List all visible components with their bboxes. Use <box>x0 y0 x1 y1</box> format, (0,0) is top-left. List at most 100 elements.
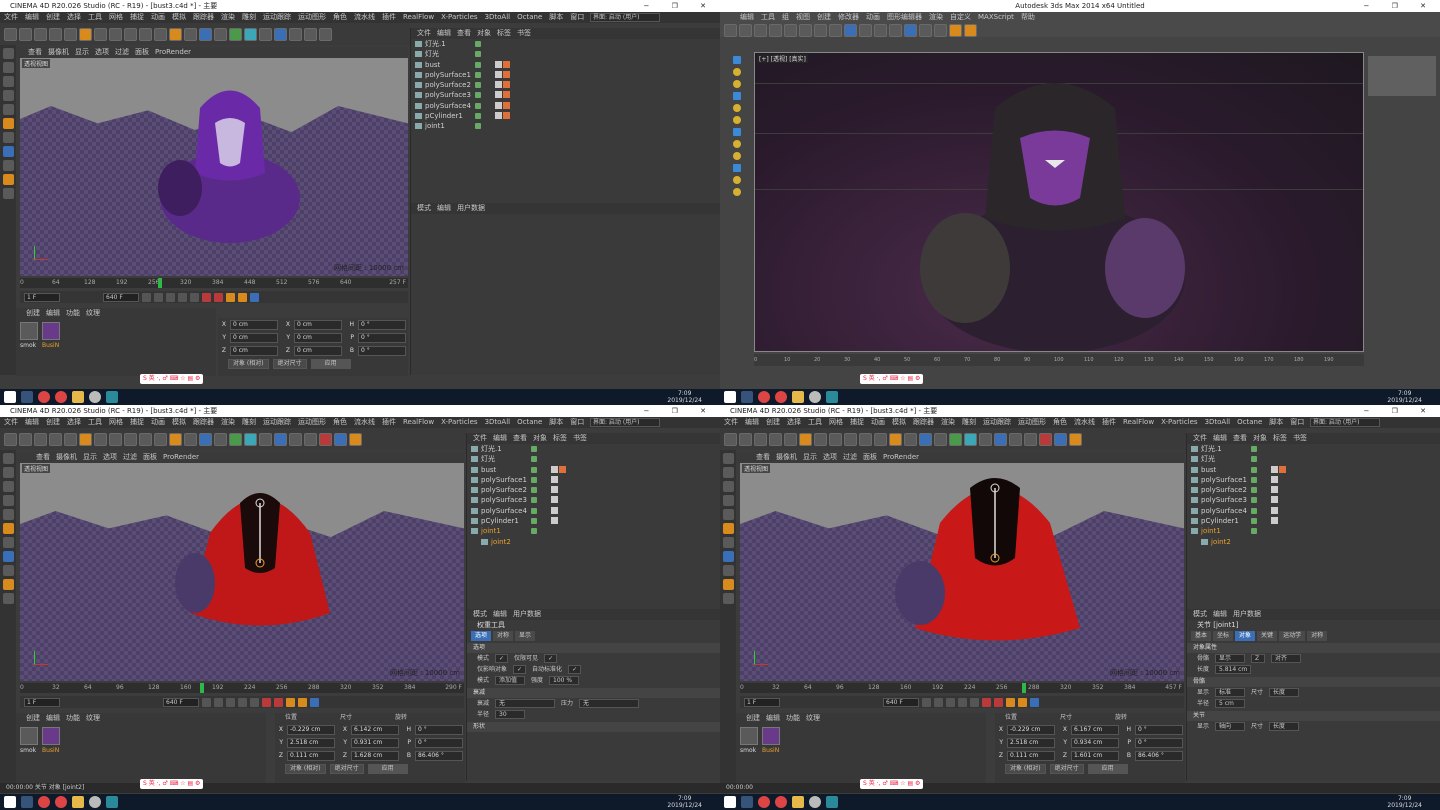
menu-character[interactable]: 角色 <box>333 418 347 426</box>
edges-mode-icon[interactable] <box>2 495 14 506</box>
size-z-field[interactable]: 1.601 cm <box>1071 750 1119 761</box>
material-tag-icon[interactable] <box>495 91 502 99</box>
obj-menu-view[interactable]: 查看 <box>457 29 471 37</box>
size-y-field[interactable]: 0.931 cm <box>351 737 399 748</box>
material-tag-icon[interactable] <box>1271 475 1278 483</box>
size-mode-select[interactable]: 绝对尺寸 <box>1049 764 1084 774</box>
obj-menu-object[interactable]: 对象 <box>533 434 547 442</box>
rot-h-field[interactable]: 0 ° <box>358 319 406 330</box>
menu-edit[interactable]: 编辑 <box>740 13 754 21</box>
light-icon[interactable] <box>304 27 317 41</box>
goto-start-icon[interactable] <box>202 697 211 707</box>
menu-pipeline[interactable]: 流水线 <box>1074 418 1095 426</box>
vp-menu-options[interactable]: 选项 <box>103 453 117 461</box>
object-row[interactable]: bust <box>467 465 720 475</box>
axis-mode-icon[interactable] <box>2 523 14 534</box>
material-tag-icon[interactable] <box>551 465 558 473</box>
ime-toolbar[interactable]: S 英 ·, ♂ ⌨ ☆ ▤ ⚙ <box>860 374 924 384</box>
menu-edit[interactable]: 编辑 <box>25 13 39 21</box>
menu-mesh[interactable]: 网格 <box>829 418 843 426</box>
model-mode-icon[interactable] <box>2 48 14 59</box>
snap-icon[interactable] <box>2 146 14 157</box>
material-tag-icon[interactable] <box>551 517 558 525</box>
obj-menu-edit[interactable]: 编辑 <box>437 29 451 37</box>
menu-animate[interactable]: 动画 <box>871 418 885 426</box>
vp-menu-filter[interactable]: 过滤 <box>123 453 137 461</box>
texture-tag-icon[interactable] <box>503 112 510 120</box>
3dsmax-icon[interactable] <box>826 796 838 808</box>
search-icon[interactable] <box>21 391 33 403</box>
obj-menu-edit[interactable]: 编辑 <box>493 434 507 442</box>
object-row[interactable]: polySurface2 <box>411 80 720 90</box>
attr-menu-mode[interactable]: 模式 <box>473 610 487 618</box>
object-row[interactable]: 灯光 <box>1187 454 1440 464</box>
vp-menu-camera[interactable]: 摄像机 <box>776 453 797 461</box>
workplane-icon[interactable] <box>2 565 14 576</box>
axis-z-icon[interactable] <box>124 432 137 446</box>
vp-menu-display[interactable]: 显示 <box>803 453 817 461</box>
joint-tool-icon[interactable] <box>319 432 332 446</box>
ime-toolbar[interactable]: S 英 ·, ♂ ⌨ ☆ ▤ ⚙ <box>860 779 924 789</box>
apply-button[interactable]: 应用 <box>367 764 408 774</box>
object-row[interactable]: polySurface3 <box>467 495 720 505</box>
select-icon[interactable] <box>754 432 767 446</box>
menu-plugins[interactable]: 插件 <box>382 13 396 21</box>
checkbox[interactable]: ✓ <box>513 665 527 674</box>
menu-customize[interactable]: 自定义 <box>950 13 971 21</box>
next-key-icon[interactable] <box>178 292 187 302</box>
tab-basic[interactable]: 基本 <box>1191 631 1212 641</box>
chrome-icon[interactable] <box>38 391 50 403</box>
light-icon[interactable] <box>304 432 317 446</box>
section-object-properties[interactable]: 对象属性 <box>1187 643 1440 653</box>
search-icon[interactable] <box>741 796 753 808</box>
axis-x-icon[interactable] <box>94 27 107 41</box>
menu-octane[interactable]: Octane <box>517 13 542 21</box>
edges-mode-icon[interactable] <box>722 495 734 506</box>
select-icon[interactable] <box>34 27 47 41</box>
size-x-field[interactable]: 6.142 cm <box>351 724 399 735</box>
object-row[interactable]: 灯光.1 <box>411 39 720 49</box>
edges-mode-icon[interactable] <box>2 90 14 101</box>
vp-menu-prorender[interactable]: ProRender <box>163 453 199 461</box>
obj-menu-object[interactable]: 对象 <box>477 29 491 37</box>
rot-p-field[interactable]: 0 ° <box>415 737 463 748</box>
windows-start-icon[interactable] <box>4 391 16 403</box>
goto-start-icon[interactable] <box>922 697 931 707</box>
3dsmax-icon[interactable] <box>826 391 838 403</box>
key-scale-icon[interactable] <box>250 292 259 302</box>
chrome-icon[interactable] <box>38 796 50 808</box>
object-row[interactable]: bust <box>411 60 720 70</box>
rot-h-field[interactable]: 0 ° <box>1135 724 1183 735</box>
menu-plugins[interactable]: 插件 <box>382 418 396 426</box>
menu-motion-tracker[interactable]: 运动跟踪 <box>263 13 291 21</box>
obj-menu-object[interactable]: 对象 <box>1253 434 1267 442</box>
viewport[interactable]: 透视视图 网格间距 : 10000 cm <box>20 463 464 681</box>
chrome-icon[interactable] <box>55 391 67 403</box>
axis-y-icon[interactable] <box>109 27 122 41</box>
key-rot-icon[interactable] <box>298 697 307 707</box>
tab-options[interactable]: 选项 <box>471 631 492 641</box>
bone-display-mode-select[interactable]: 标准 <box>1215 688 1246 697</box>
scale-icon[interactable] <box>64 27 77 41</box>
cinema4d-icon[interactable] <box>809 391 821 403</box>
light-icon[interactable] <box>1024 432 1037 446</box>
ime-toolbar[interactable]: S 英 ·, ♂ ⌨ ☆ ▤ ⚙ <box>140 779 204 789</box>
tab-kinematics[interactable]: 运动学 <box>1279 631 1306 641</box>
menu-create[interactable]: 创建 <box>817 13 831 21</box>
menu-render[interactable]: 渲染 <box>221 418 235 426</box>
apply-button[interactable]: 应用 <box>1087 764 1128 774</box>
menu-tools[interactable]: 工具 <box>88 418 102 426</box>
max-frame-field[interactable]: 640 F <box>163 697 199 707</box>
menu-window[interactable]: 窗口 <box>570 13 584 21</box>
prev-key-icon[interactable] <box>214 697 223 707</box>
3dsmax-icon[interactable] <box>106 391 118 403</box>
object-row[interactable]: polySurface1 <box>467 475 720 485</box>
section-shape[interactable]: 形状 <box>467 722 720 732</box>
chrome-icon[interactable] <box>55 796 67 808</box>
obj-menu-bookmarks[interactable]: 书签 <box>517 29 531 37</box>
joint-size-select[interactable]: 长度 <box>1269 722 1300 731</box>
obj-menu-edit[interactable]: 编辑 <box>1213 434 1227 442</box>
menu-character[interactable]: 角色 <box>1053 418 1067 426</box>
chrome-icon[interactable] <box>775 391 787 403</box>
autokey-icon[interactable] <box>214 292 223 302</box>
